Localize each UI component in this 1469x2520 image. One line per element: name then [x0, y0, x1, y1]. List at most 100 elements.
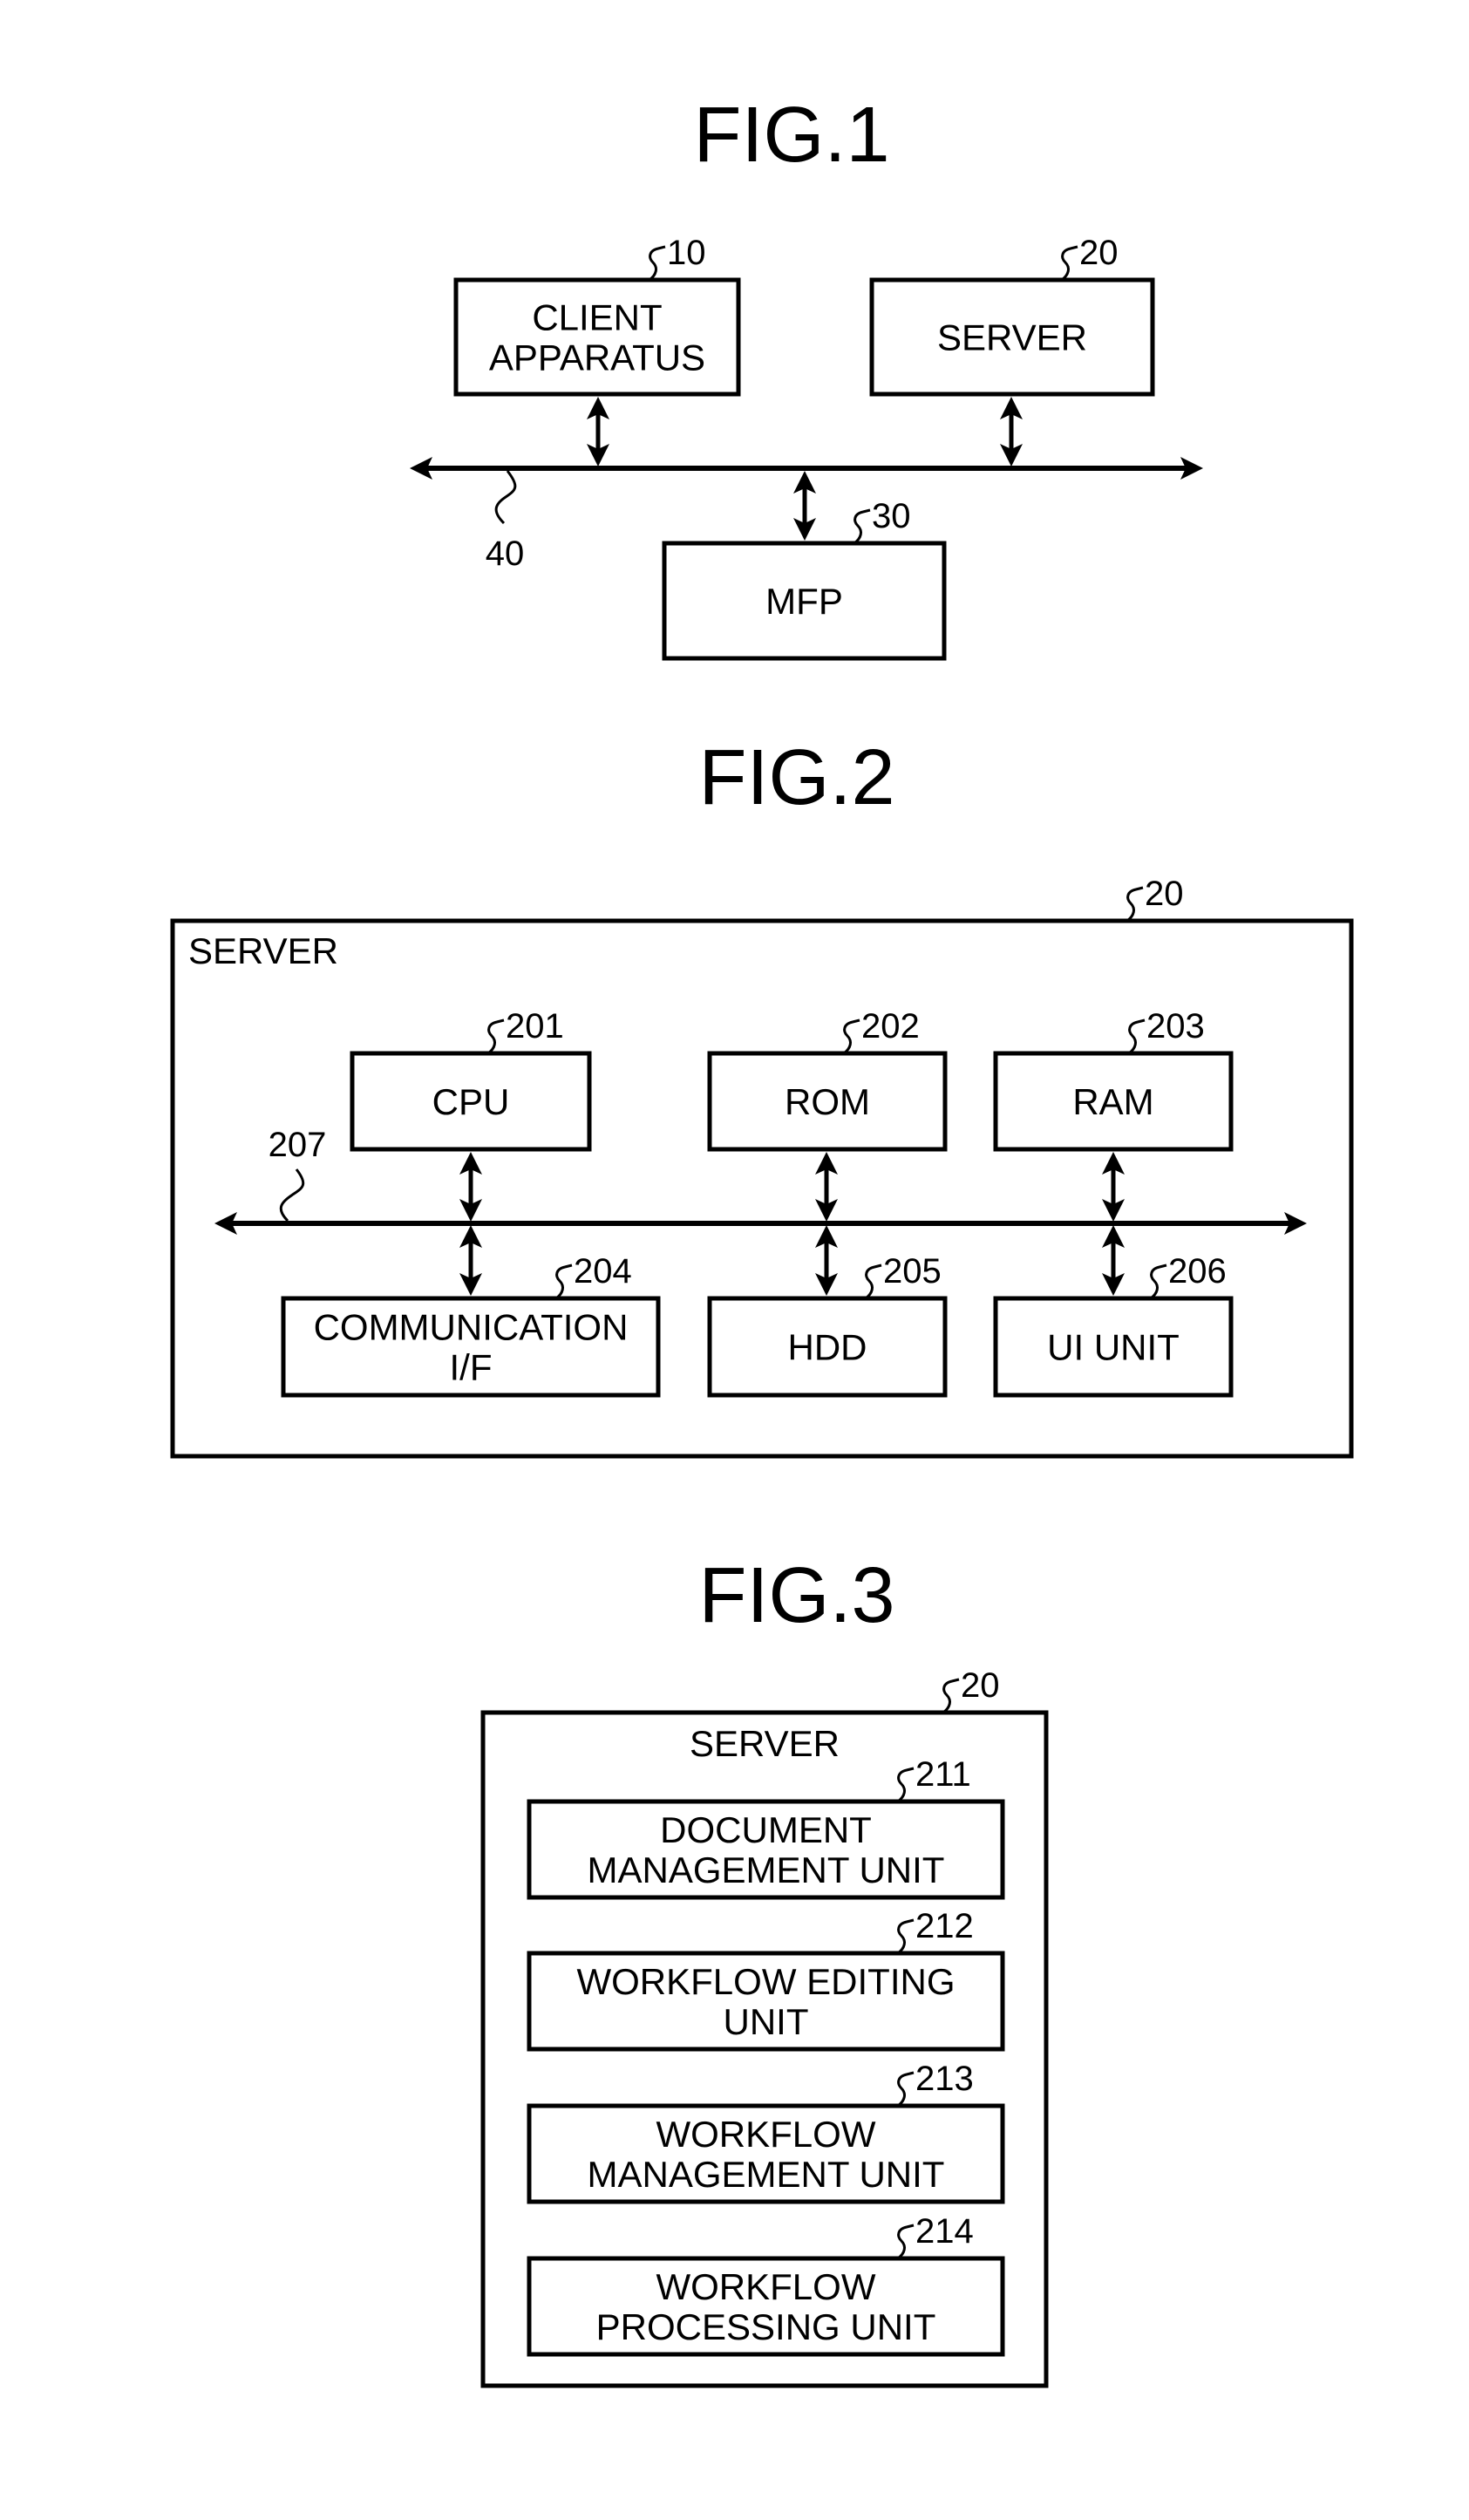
ref-10-text: 10	[667, 234, 706, 272]
figure-2-title: FIG.2	[698, 734, 894, 821]
ref-214-text: 214	[915, 2212, 974, 2251]
ref-212-leader	[897, 1918, 915, 1955]
figure-2: FIG.2 SERVER 20 CPU 201 ROM 202 RAM 203 COMMUNICA…	[170, 734, 1354, 1459]
hdd-bus-link	[815, 1225, 838, 1296]
server-box: SERVER	[869, 277, 1155, 397]
ref-20: 20	[1126, 875, 1184, 923]
mfp-network-link	[793, 471, 816, 541]
ref-214-leader	[897, 2224, 915, 2260]
comm-box: COMMUNICATIONI/F	[281, 1296, 661, 1398]
ref-212-text: 212	[915, 1907, 974, 1945]
patent-drawing-sheet: FIG.1 CLIENTAPPARATUS 10 SERVER 20 MFP 30 40 FI…	[170, 92, 1354, 2388]
ref-201-leader	[487, 1018, 505, 1055]
ram-bus-link	[1102, 1152, 1125, 1222]
wf-proc-box-label: WORKFLOW	[656, 2266, 876, 2307]
wf-proc-box: WORKFLOWPROCESSING UNIT	[527, 2256, 1005, 2357]
ui-bus-link	[1102, 1225, 1125, 1296]
bus-leader	[279, 1168, 305, 1223]
figure-3-title: FIG.3	[698, 1552, 894, 1639]
cpu-box: CPU	[350, 1051, 592, 1152]
ref-205-leader	[865, 1263, 882, 1300]
hdd-box: HDD	[707, 1296, 948, 1398]
ref-205: 205	[865, 1252, 942, 1300]
doc-mgmt-box-label: MANAGEMENT UNIT	[588, 1849, 945, 1890]
ref-10: 10	[649, 234, 706, 282]
ref-30: 30	[854, 497, 911, 545]
ref-212: 212	[897, 1907, 974, 1955]
ref-211-text: 211	[915, 1755, 971, 1794]
client-apparatus-box-label: CLIENT	[532, 297, 662, 338]
wf-mgmt-box: WORKFLOWMANAGEMENT UNIT	[527, 2103, 1005, 2204]
ref-207: 207	[269, 1126, 327, 1164]
network-leader	[494, 470, 517, 525]
ref-202-leader	[843, 1018, 860, 1055]
wf-mgmt-box-label: MANAGEMENT UNIT	[588, 2154, 945, 2195]
comm-box-label: COMMUNICATION	[314, 1307, 629, 1348]
ref-20-text: 20	[1079, 234, 1119, 272]
client-apparatus-box: CLIENTAPPARATUS	[453, 277, 741, 397]
ram-box-label: RAM	[1072, 1081, 1153, 1122]
ref-203: 203	[1128, 1007, 1205, 1055]
ref-206-leader	[1150, 1263, 1167, 1300]
ref-30-leader	[854, 508, 871, 545]
ref-20-leader	[942, 1678, 960, 1714]
hdd-box-label: HDD	[788, 1327, 867, 1368]
doc-mgmt-box-label: DOCUMENT	[660, 1809, 872, 1850]
rom-bus-link	[815, 1152, 838, 1222]
wf-proc-box-label: PROCESSING UNIT	[596, 2306, 936, 2347]
ref-203-text: 203	[1146, 1007, 1205, 1045]
ref-202-text: 202	[861, 1007, 920, 1045]
wf-edit-box-label: WORKFLOW EDITING	[577, 1961, 956, 2002]
wf-edit-box-label: UNIT	[724, 2001, 809, 2042]
ref-206-text: 206	[1168, 1252, 1227, 1291]
ref-213-text: 213	[915, 2060, 974, 2098]
wf-edit-box: WORKFLOW EDITINGUNIT	[527, 1951, 1005, 2052]
ref-20: 20	[1061, 234, 1119, 282]
ref-10-leader	[649, 245, 666, 282]
ref-203-leader	[1128, 1018, 1146, 1055]
rom-box-label: ROM	[785, 1081, 870, 1122]
ref-204-text: 204	[574, 1252, 632, 1291]
figure-3: FIG.3SERVER20DOCUMENTMANAGEMENT UNIT211W…	[480, 1552, 1049, 2388]
ui-box: UI UNIT	[993, 1296, 1234, 1398]
ref-211: 211	[897, 1755, 971, 1803]
ref-205-text: 205	[883, 1252, 942, 1291]
ref-202: 202	[843, 1007, 920, 1055]
ui-box-label: UI UNIT	[1047, 1327, 1180, 1368]
ref-201: 201	[487, 1007, 564, 1055]
figure-1: FIG.1 CLIENTAPPARATUS 10 SERVER 20 MFP 30 40	[410, 92, 1203, 661]
ref-213-leader	[897, 2071, 915, 2108]
ref-211-leader	[897, 1767, 915, 1803]
ref-204-leader	[555, 1263, 573, 1300]
ref-214: 214	[897, 2212, 974, 2260]
ram-box: RAM	[993, 1051, 1234, 1152]
system-bus	[214, 1212, 1307, 1235]
server-network-link	[1000, 397, 1023, 467]
rom-box: ROM	[707, 1051, 948, 1152]
cpu-box-label: CPU	[432, 1081, 510, 1122]
ref-40: 40	[486, 535, 525, 573]
ref-206: 206	[1150, 1252, 1227, 1300]
client-network-link	[587, 397, 609, 467]
ref-20-leader	[1061, 245, 1078, 282]
ref-30-text: 30	[872, 497, 911, 535]
comm-box-label: I/F	[450, 1347, 493, 1388]
server-box-label: SERVER	[937, 317, 1087, 358]
wf-mgmt-box-label: WORKFLOW	[656, 2114, 876, 2155]
ref-20-leader	[1126, 886, 1144, 923]
ref-201-text: 201	[506, 1007, 564, 1045]
doc-mgmt-box: DOCUMENTMANAGEMENT UNIT	[527, 1799, 1005, 1900]
mfp-box: MFP	[662, 541, 947, 661]
server-container-label: SERVER	[690, 1723, 840, 1764]
ref-20-text: 20	[1145, 875, 1184, 913]
server-container-label: SERVER	[188, 930, 338, 971]
comm-bus-link	[459, 1225, 482, 1296]
ref-20-text: 20	[961, 1666, 1000, 1705]
ref-213: 213	[897, 2060, 974, 2108]
ref-204: 204	[555, 1252, 632, 1300]
figure-1-title: FIG.1	[693, 92, 889, 179]
ref-20: 20	[942, 1666, 1000, 1714]
cpu-bus-link	[459, 1152, 482, 1222]
mfp-box-label: MFP	[765, 581, 843, 622]
client-apparatus-box-label: APPARATUS	[489, 337, 705, 378]
